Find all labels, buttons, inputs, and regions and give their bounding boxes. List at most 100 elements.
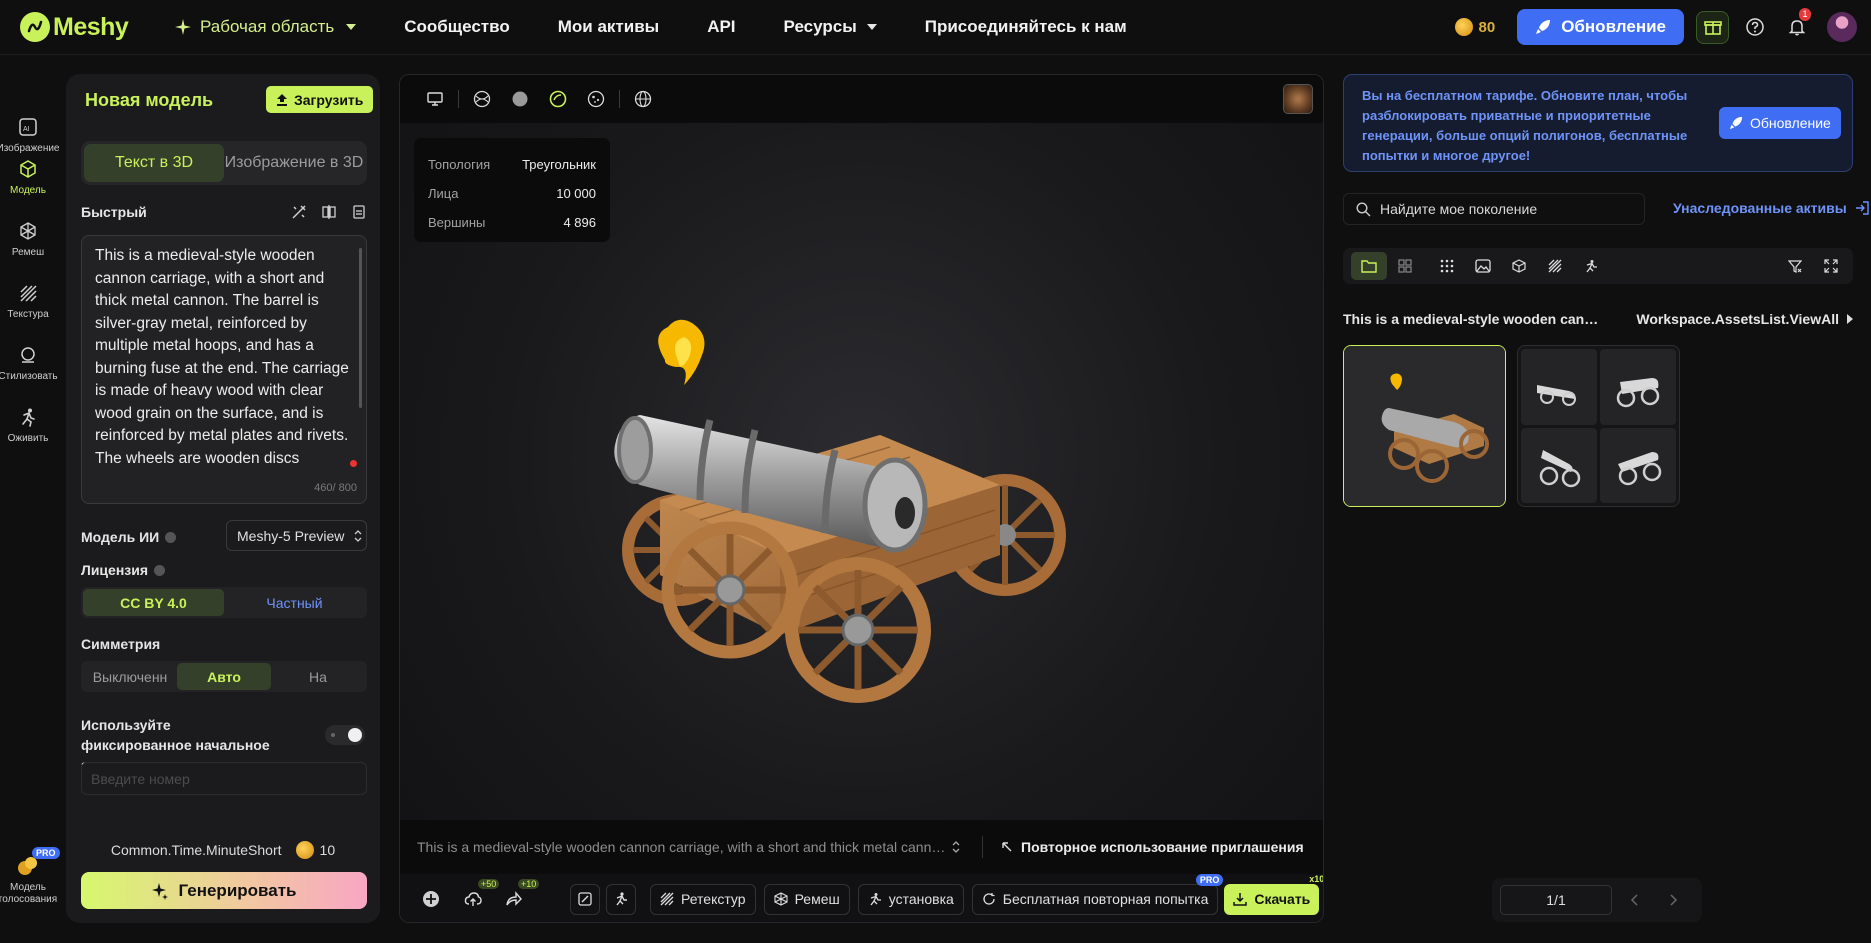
prompt-preview-text[interactable]: This is a medieval-style wooden cannon c…	[417, 839, 952, 855]
material-button[interactable]	[577, 90, 615, 108]
license-option-private[interactable]: Частный	[224, 589, 365, 616]
filter-model-button[interactable]	[1501, 252, 1537, 280]
symmetry-option-on[interactable]: На	[271, 663, 365, 690]
variant-thumbnail[interactable]	[1521, 427, 1597, 503]
download-button[interactable]: Скачать x10	[1224, 874, 1323, 915]
notifications-button[interactable]: 1	[1781, 8, 1813, 43]
publish-button[interactable]: +50	[456, 879, 500, 908]
help-button[interactable]	[1739, 11, 1771, 43]
ai-model-select[interactable]: Meshy-5 Preview	[226, 520, 367, 551]
asset-card-variants[interactable]	[1517, 345, 1680, 507]
monitor-button[interactable]	[416, 91, 454, 107]
caret-down-icon	[866, 24, 877, 30]
variant-thumbnail[interactable]	[1521, 349, 1597, 425]
animate-button[interactable]	[606, 883, 636, 915]
rail-item-model[interactable]: Модель	[0, 159, 56, 196]
remesh-button[interactable]: Ремеш	[763, 883, 850, 915]
workspace-menu[interactable]: Рабочая область	[174, 17, 357, 37]
asset-card-selected[interactable]	[1343, 345, 1506, 507]
top-bar: Meshy Рабочая область Сообщество Мои акт…	[0, 0, 1871, 55]
caret-down-icon	[346, 24, 357, 30]
credits-balance[interactable]: 80	[1454, 18, 1495, 36]
environment-button[interactable]	[624, 90, 662, 108]
logo-text: Meshy	[53, 12, 129, 41]
page-indicator[interactable]: 1/1	[1500, 885, 1612, 915]
next-page-button[interactable]	[1656, 885, 1692, 915]
document-icon[interactable]	[351, 204, 367, 220]
clay-button[interactable]	[501, 90, 539, 108]
generate-button[interactable]: Генерировать	[81, 872, 367, 909]
edit-texture-button[interactable]	[570, 883, 600, 915]
asset-group-title[interactable]: This is a medieval-style wooden cannon c…	[1343, 311, 1604, 327]
nav-api[interactable]: API	[707, 17, 735, 37]
reuse-prompt-button[interactable]: Повторное использование приглашения	[1001, 839, 1304, 855]
info-icon[interactable]	[165, 531, 177, 543]
rail-item-image[interactable]: AI Изображение	[0, 117, 60, 154]
chevron-right-icon	[1670, 894, 1678, 906]
mode-label: Быстрый	[81, 204, 147, 220]
material-thumbnail[interactable]	[1283, 84, 1313, 114]
folder-view-button[interactable]	[1351, 252, 1387, 280]
cannon-model[interactable]	[580, 255, 1100, 755]
magic-wand-icon[interactable]	[291, 204, 307, 220]
prev-page-button[interactable]	[1616, 885, 1652, 915]
free-retry-button[interactable]: Бесплатная повторная попытка PRO	[971, 873, 1224, 915]
notice-upgrade-button[interactable]: Обновление	[1719, 107, 1841, 139]
generation-panel: Новая модель Загрузить Текст в 3D Изобра…	[66, 74, 380, 923]
filter-texture-button[interactable]	[1537, 252, 1573, 280]
rig-icon	[868, 892, 882, 906]
split-view-icon[interactable]	[321, 204, 337, 220]
upload-cloud-icon	[464, 890, 482, 908]
rail-item-remesh[interactable]: Ремеш	[0, 221, 56, 258]
add-button[interactable]	[414, 890, 448, 908]
variant-thumbnail[interactable]	[1600, 349, 1676, 425]
tab-image-to-3d[interactable]: Изображение в 3D	[224, 144, 364, 182]
textured-button[interactable]	[539, 90, 577, 108]
avatar[interactable]	[1827, 12, 1857, 42]
time-estimate: Common.Time.MinuteShort	[110, 842, 282, 858]
nav-my-assets-label: Мои активы	[557, 17, 660, 36]
license-option-cc[interactable]: CC BY 4.0	[83, 589, 224, 616]
filter-all-button[interactable]	[1429, 252, 1465, 280]
expand-button[interactable]	[1813, 252, 1849, 280]
rail-item-animate[interactable]: Оживить	[0, 407, 56, 444]
clear-filter-button[interactable]	[1777, 252, 1813, 280]
grid-icon	[1398, 259, 1412, 273]
nav-join-us[interactable]: Присоединяйтесь к нам	[925, 17, 1127, 37]
symmetry-toggle: Выключенн Авто На	[81, 661, 367, 692]
symmetry-option-off[interactable]: Выключенн	[83, 663, 177, 690]
rail-item-texture[interactable]: Текстура	[0, 283, 56, 320]
nav-community[interactable]: Сообщество	[404, 17, 510, 37]
filter-image-button[interactable]	[1465, 252, 1501, 280]
stat-key: Вершины	[428, 215, 486, 230]
wireframe-button[interactable]	[463, 90, 501, 108]
view-all-link[interactable]: Workspace.AssetsList.ViewAll	[1636, 311, 1853, 327]
nav-resources[interactable]: Ресурсы	[784, 17, 877, 37]
rail-item-voting-model[interactable]: PRO Модель голосования	[0, 847, 60, 905]
upgrade-button[interactable]: Обновление	[1517, 9, 1684, 45]
prompt-text[interactable]: This is a medieval-style wooden cannon c…	[95, 245, 350, 469]
gift-button[interactable]	[1696, 10, 1729, 44]
prompt-textarea[interactable]: This is a medieval-style wooden cannon c…	[81, 235, 367, 504]
info-icon[interactable]	[154, 564, 166, 576]
logo[interactable]: Meshy	[20, 12, 130, 42]
retexture-button[interactable]: Ретекстур	[650, 883, 756, 915]
grid-view-button[interactable]	[1387, 252, 1423, 280]
variant-thumbnail[interactable]	[1600, 427, 1676, 503]
prompt-scrollbar[interactable]	[359, 248, 362, 408]
texture-icon	[1548, 259, 1562, 273]
3d-viewport[interactable]: Топология Треугольник Лица 10 000 Вершины 4…	[399, 74, 1324, 923]
rail-item-stylize[interactable]: Стилизовать	[0, 345, 58, 382]
nav-my-assets[interactable]: Мои активы	[558, 17, 659, 37]
seed-toggle[interactable]	[325, 725, 365, 745]
tab-text-to-3d[interactable]: Текст в 3D	[84, 144, 224, 182]
symmetry-option-auto[interactable]: Авто	[177, 663, 271, 690]
upload-button[interactable]: Загрузить	[266, 86, 374, 113]
inherited-assets-link[interactable]: Унаследованные активы	[1673, 200, 1869, 216]
rigging-button[interactable]: установка	[857, 883, 964, 915]
chevron-updown-icon[interactable]	[952, 841, 960, 853]
share-button[interactable]: +10	[496, 879, 540, 908]
search-input[interactable]	[1380, 201, 1630, 217]
filter-animation-button[interactable]	[1573, 252, 1609, 280]
seed-input[interactable]	[81, 762, 367, 795]
